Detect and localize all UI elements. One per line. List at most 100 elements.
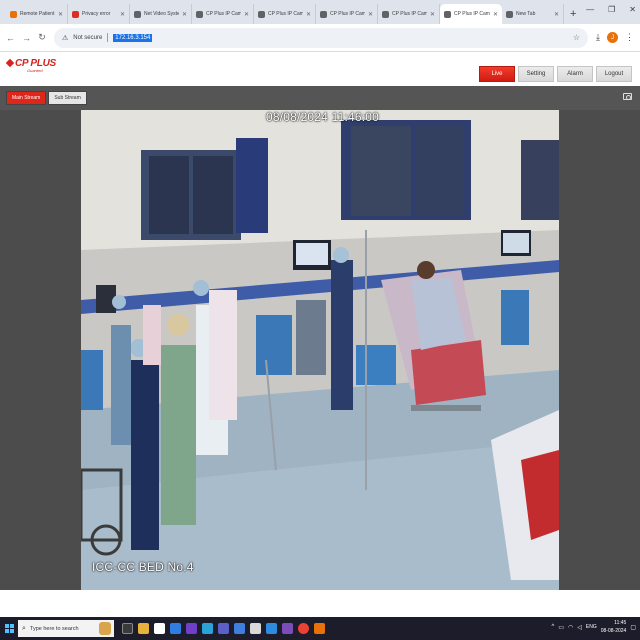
notification-icon[interactable]: ▢ (630, 624, 636, 631)
nav-logout-button[interactable]: Logout (596, 66, 632, 82)
app-icon[interactable] (282, 623, 293, 634)
browser-tab[interactable]: CP Plus IP Cam ✕ (378, 4, 440, 24)
browser-tab[interactable]: CP Plus IP Cam ✕ (316, 4, 378, 24)
tab-favicon-icon (72, 10, 79, 18)
search-highlight-icon (99, 622, 111, 635)
new-tab-button[interactable]: + (564, 4, 582, 24)
windows-taskbar: ⌕ Type here to search ^ ▭ ◠ ◁ ENG 11:45 … (0, 617, 640, 640)
forward-icon[interactable]: → (22, 33, 31, 43)
address-bar[interactable]: ⚠ Not secure 172.16.3.154 ☆ (54, 27, 589, 48)
wifi-icon[interactable]: ◠ (568, 624, 573, 631)
tab-close-icon[interactable]: ✕ (182, 11, 187, 18)
tab-favicon-icon (134, 10, 141, 18)
bookmark-star-icon[interactable]: ☆ (573, 33, 580, 42)
tray-chevron-icon[interactable]: ^ (552, 624, 555, 630)
tab-title: New Tab (516, 11, 536, 17)
tab-close-icon[interactable]: ✕ (493, 11, 498, 18)
app-header: CP PLUS Guarded Live Setting Alarm Logout (0, 52, 640, 86)
tab-close-icon[interactable]: ✕ (430, 11, 435, 18)
tab-favicon-icon (196, 10, 203, 18)
tab-title: CP Plus IP Cam (206, 11, 241, 17)
top-navigation: Live Setting Alarm Logout (479, 66, 632, 82)
clock-date: 08-08-2024 (600, 628, 627, 634)
tab-favicon-icon (444, 10, 451, 18)
video-timestamp: 08/08/2024 11:46:00 (266, 110, 380, 124)
tab-close-icon[interactable]: ✕ (120, 11, 125, 18)
tab-title: CP Plus IP Cam (268, 11, 303, 17)
tab-title: CP Plus IP Cam (454, 11, 490, 17)
system-tray: ^ ▭ ◠ ◁ ENG 11:45 08-08-2024 ▢ (552, 619, 636, 635)
browser-tab[interactable]: CP Plus IP Cam ✕ (440, 4, 502, 24)
network-icon[interactable]: ▭ (558, 624, 564, 631)
nav-live-button[interactable]: Live (479, 66, 515, 82)
maximize-icon[interactable]: ❐ (608, 5, 615, 14)
tab-favicon-icon (10, 10, 17, 18)
camera-label: ICC-CC BED No.4 (92, 560, 194, 574)
tab-close-icon[interactable]: ✕ (368, 11, 373, 18)
cp-plus-logo: CP PLUS Guarded (5, 58, 56, 73)
separator (107, 33, 109, 42)
browser-tab[interactable]: CP Plus IP Cam ✕ (254, 4, 316, 24)
reload-icon[interactable]: ↻ (38, 32, 46, 43)
store-icon[interactable] (170, 623, 181, 634)
notepad-icon[interactable] (154, 623, 165, 634)
tab-favicon-icon (258, 10, 265, 18)
tab-close-icon[interactable]: ✕ (58, 11, 63, 18)
word-icon[interactable] (202, 623, 213, 634)
snapshot-camera-icon[interactable] (623, 93, 632, 100)
nav-setting-button[interactable]: Setting (518, 66, 554, 82)
tab-close-icon[interactable]: ✕ (306, 11, 311, 18)
tab-title: Privacy error (82, 11, 111, 17)
file-explorer-icon[interactable] (138, 623, 149, 634)
browser-tab[interactable]: Net Video System✕ (130, 4, 192, 24)
minimize-icon[interactable]: — (586, 5, 594, 14)
browser-menu-icon[interactable]: ⋮ (625, 32, 634, 43)
warning-icon: ⚠ (62, 34, 69, 42)
outlook-icon[interactable] (234, 623, 245, 634)
clock-time: 11:45 (614, 620, 627, 626)
tab-close-icon[interactable]: ✕ (554, 11, 559, 18)
taskbar-search[interactable]: ⌕ Type here to search (18, 620, 114, 637)
tab-title: CP Plus IP Cam (330, 11, 365, 17)
tab-title: CP Plus IP Cam (392, 11, 427, 17)
volume-icon[interactable]: ◁ (577, 624, 582, 631)
tab-favicon-icon (382, 10, 389, 18)
windows-start-icon[interactable] (0, 617, 18, 640)
tab-title: Net Video System (144, 11, 179, 17)
task-view-icon[interactable] (122, 623, 133, 634)
browser-tab[interactable]: CP Plus IP Cam ✕ (192, 4, 254, 24)
search-placeholder: Type here to search (29, 625, 79, 632)
tab-favicon-icon (506, 10, 513, 18)
clock[interactable]: 11:45 08-08-2024 (601, 619, 627, 635)
language-indicator[interactable]: ENG (586, 624, 597, 630)
browser-tab-strip: Remote Patient Moni✕Privacy error✕Net Vi… (0, 0, 640, 24)
download-icon[interactable]: ⤓ (596, 32, 600, 43)
icu-scene-image (81, 110, 559, 590)
chrome-icon[interactable] (298, 623, 309, 634)
tab-favicon-icon (320, 10, 327, 18)
visual-studio-icon[interactable] (186, 623, 197, 634)
browser-tab[interactable]: New Tab ✕ (502, 4, 564, 24)
video-area: 08/08/2024 11:46:00 ICC-CC BED No.4 (0, 110, 640, 590)
app-orange-icon[interactable] (314, 623, 325, 634)
settings-icon[interactable] (250, 623, 261, 634)
profile-avatar[interactable]: J (607, 32, 618, 43)
url-text[interactable]: 172.16.3.154 (113, 33, 153, 42)
tab-close-icon[interactable]: ✕ (244, 11, 249, 18)
tab-title: Remote Patient Moni (20, 11, 55, 17)
close-window-icon[interactable]: ✕ (629, 5, 636, 14)
sub-stream-button[interactable]: Sub Stream (48, 91, 87, 105)
nav-alarm-button[interactable]: Alarm (557, 66, 593, 82)
security-label: Not secure (73, 34, 103, 41)
back-icon[interactable]: ← (6, 33, 15, 43)
browser-toolbar: ← → ↻ ⚠ Not secure 172.16.3.154 ☆ ⤓ J ⋮ (0, 24, 640, 52)
browser-tab[interactable]: Remote Patient Moni✕ (6, 4, 68, 24)
browser-tab[interactable]: Privacy error ✕ (68, 4, 130, 24)
teams-icon[interactable] (218, 623, 229, 634)
stream-toolbar: Main Stream Sub Stream (0, 86, 640, 110)
logo-mark-icon (5, 59, 15, 68)
main-stream-button[interactable]: Main Stream (6, 91, 47, 105)
search-icon: ⌕ (22, 624, 26, 632)
live-video-feed[interactable]: 08/08/2024 11:46:00 ICC-CC BED No.4 (81, 110, 559, 590)
vscode-icon[interactable] (266, 623, 277, 634)
